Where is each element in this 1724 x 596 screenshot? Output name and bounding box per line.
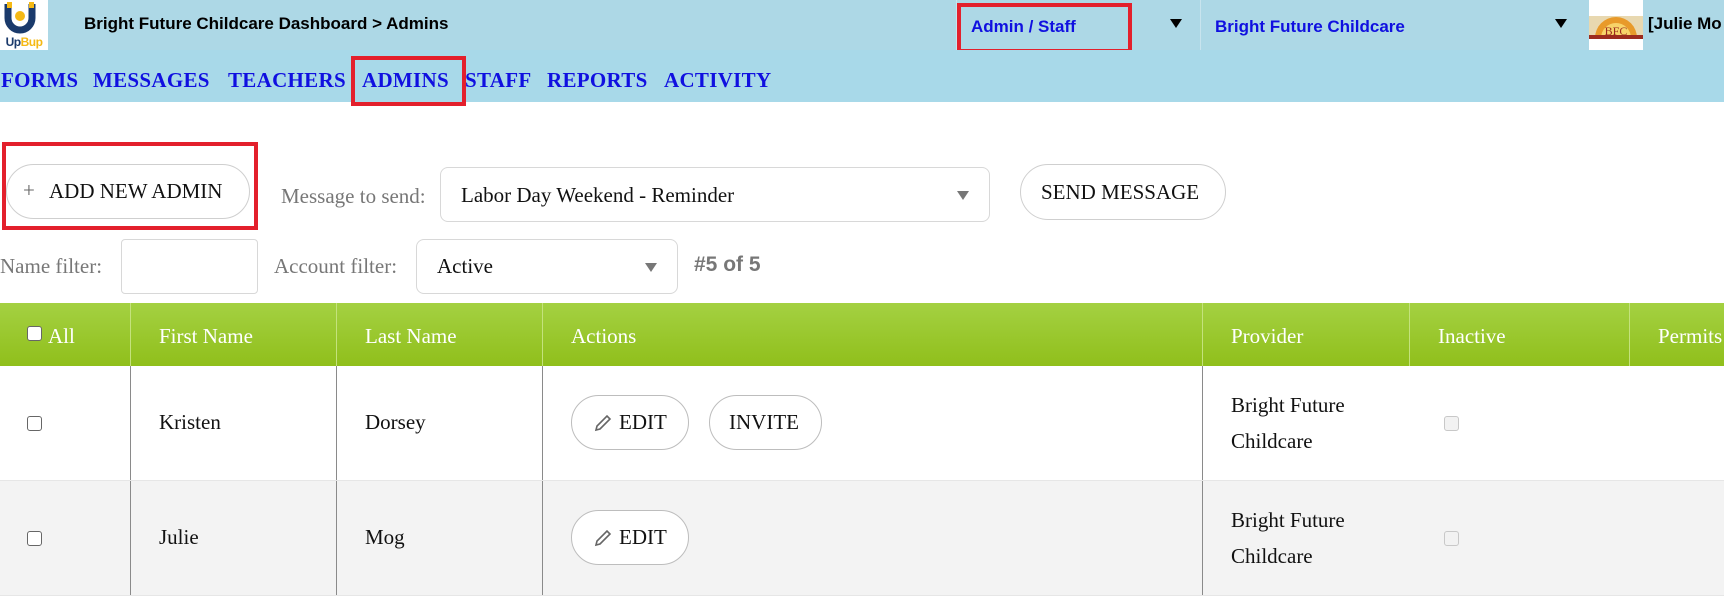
first-name-cell: Julie — [130, 481, 337, 595]
result-count: #5 of 5 — [694, 253, 761, 276]
pencil-icon — [594, 529, 612, 547]
permits-cell — [1629, 366, 1724, 480]
nav-teachers[interactable]: TEACHERS — [228, 68, 346, 93]
header-actions: Actions — [542, 303, 1203, 366]
send-message-button[interactable]: SEND MESSAGE — [1020, 164, 1226, 220]
provider-logo-icon: BFC — [1589, 16, 1643, 39]
header-permits[interactable]: Permits — [1629, 303, 1724, 366]
last-name-cell: Dorsey — [336, 366, 543, 480]
header-inactive[interactable]: Inactive — [1409, 303, 1630, 366]
row-select-cell — [0, 481, 130, 595]
organization-select[interactable]: Bright Future Childcare — [1200, 0, 1587, 50]
add-new-admin-button[interactable]: + ADD NEW ADMIN — [6, 164, 250, 219]
send-message-label: SEND MESSAGE — [1041, 180, 1200, 204]
logo-mark-icon — [4, 2, 36, 34]
nav-activity[interactable]: ACTIVITY — [664, 68, 771, 93]
pencil-icon — [594, 414, 612, 432]
table-row: Kristen Dorsey EDIT INVITE Bright Future… — [0, 366, 1724, 481]
user-name[interactable]: [Julie Mo — [1648, 14, 1722, 34]
upbup-logo[interactable]: UpBup — [0, 0, 48, 52]
edit-button[interactable]: EDIT — [571, 510, 689, 565]
name-filter-label: Name filter: — [0, 254, 103, 278]
name-filter-input[interactable] — [121, 239, 258, 294]
account-filter-value: Active — [437, 254, 493, 278]
logo-text: UpBup — [5, 35, 43, 49]
nav-messages[interactable]: MESSAGES — [93, 68, 210, 93]
role-select[interactable]: Admin / Staff — [956, 0, 1201, 50]
inactive-checkbox — [1444, 416, 1459, 431]
provider-cell: Bright Future Childcare — [1202, 366, 1410, 480]
permits-cell — [1629, 481, 1724, 595]
invite-label: INVITE — [729, 410, 799, 434]
role-select-value: Admin / Staff — [971, 17, 1076, 36]
actions-cell: EDIT INVITE — [542, 366, 1203, 480]
account-filter-select[interactable]: Active — [416, 239, 678, 294]
message-select[interactable]: Labor Day Weekend - Reminder — [440, 167, 990, 222]
nav-forms[interactable]: FORMS — [1, 68, 78, 93]
edit-label: EDIT — [619, 525, 667, 549]
nav-staff[interactable]: STAFF — [465, 68, 531, 93]
first-name-cell: Kristen — [130, 366, 337, 480]
plus-icon: + — [23, 178, 35, 202]
nav-admins[interactable]: ADMINS — [362, 68, 449, 93]
select-all-checkbox[interactable] — [27, 326, 42, 341]
table-header: All First Name Last Name Actions Provide… — [0, 303, 1724, 366]
header-select-all: All — [0, 303, 130, 366]
organization-select-value: Bright Future Childcare — [1215, 17, 1405, 36]
chevron-down-icon — [957, 191, 969, 200]
row-select-cell — [0, 366, 130, 480]
edit-button[interactable]: EDIT — [571, 395, 689, 450]
chevron-down-icon — [1170, 19, 1182, 28]
provider-cell: Bright Future Childcare — [1202, 481, 1410, 595]
inactive-cell — [1409, 481, 1629, 595]
header-last-name[interactable]: Last Name — [336, 303, 543, 366]
inactive-cell — [1409, 366, 1629, 480]
header-all-label: All — [48, 324, 75, 348]
account-filter-label: Account filter: — [274, 254, 398, 278]
top-header: UpBup Bright Future Childcare Dashboard … — [0, 0, 1724, 53]
header-provider[interactable]: Provider — [1202, 303, 1410, 366]
table-row: Julie Mog EDIT Bright Future Childcare — [0, 481, 1724, 596]
last-name-cell: Mog — [336, 481, 543, 595]
actions-cell: EDIT — [542, 481, 1203, 595]
message-select-value: Labor Day Weekend - Reminder — [461, 183, 735, 207]
invite-button[interactable]: INVITE — [709, 395, 822, 450]
header-first-name[interactable]: First Name — [130, 303, 337, 366]
inactive-checkbox — [1444, 531, 1459, 546]
breadcrumb: Bright Future Childcare Dashboard > Admi… — [84, 14, 449, 33]
main-nav: FORMS MESSAGES TEACHERS ADMINS STAFF REP… — [0, 50, 1724, 102]
add-new-admin-label: ADD NEW ADMIN — [49, 179, 223, 203]
chevron-down-icon — [1555, 19, 1567, 28]
chevron-down-icon — [645, 263, 657, 272]
row-checkbox[interactable] — [27, 416, 42, 431]
edit-label: EDIT — [619, 410, 667, 434]
avatar[interactable]: BFC — [1589, 0, 1643, 50]
svg-text:BFC: BFC — [1605, 24, 1628, 38]
message-label: Message to send: — [281, 184, 426, 208]
row-checkbox[interactable] — [27, 531, 42, 546]
nav-reports[interactable]: REPORTS — [547, 68, 648, 93]
